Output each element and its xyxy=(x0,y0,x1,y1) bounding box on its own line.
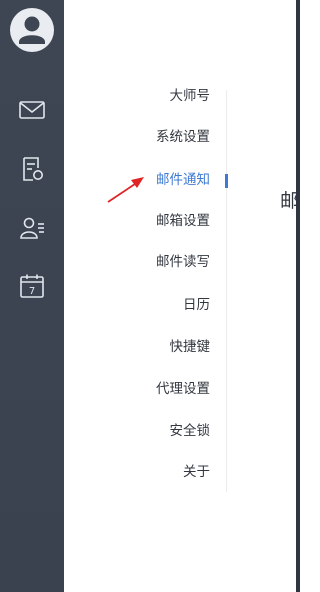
calendar-day-number: 7 xyxy=(29,286,35,297)
menu-item-about[interactable]: 关于 xyxy=(183,460,210,484)
menu-item-mailbox-settings[interactable]: 邮箱设置 xyxy=(156,209,210,233)
left-nav-rail: 7 xyxy=(0,0,64,592)
menu-item-proxy-settings[interactable]: 代理设置 xyxy=(156,377,210,401)
menu-item-mail-read-write[interactable]: 邮件读写 xyxy=(156,250,210,274)
mail-icon[interactable] xyxy=(18,96,46,124)
user-avatar[interactable] xyxy=(10,8,54,52)
menu-item-master-account[interactable]: 大师号 xyxy=(170,84,211,108)
compose-note-icon[interactable] xyxy=(18,155,46,183)
active-item-marker xyxy=(225,174,228,188)
annotation-arrow-icon xyxy=(107,177,144,203)
avatar-icon xyxy=(19,16,45,44)
menu-item-system-settings[interactable]: 系统设置 xyxy=(156,125,210,149)
menu-item-mail-notification[interactable]: 邮件通知 xyxy=(156,168,210,192)
menu-divider xyxy=(226,90,227,492)
menu-item-calendar[interactable]: 日历 xyxy=(183,293,210,317)
right-edge-strip xyxy=(296,0,300,592)
contacts-icon[interactable] xyxy=(18,214,46,242)
menu-item-shortcuts[interactable]: 快捷键 xyxy=(170,335,211,359)
menu-item-security-lock[interactable]: 安全锁 xyxy=(170,419,211,443)
calendar-icon[interactable]: 7 xyxy=(18,272,46,300)
